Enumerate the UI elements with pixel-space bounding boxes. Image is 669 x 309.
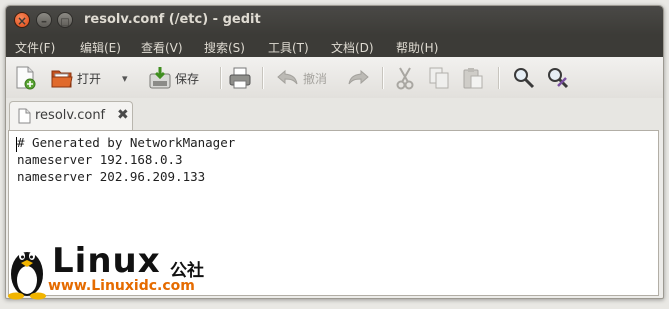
cut-icon xyxy=(396,67,414,90)
save-label: 保存 xyxy=(175,71,200,86)
print-icon xyxy=(229,67,251,89)
watermark-brand: Linux xyxy=(52,241,161,281)
menu-search[interactable]: 搜索(S) xyxy=(204,39,245,56)
chevron-down-icon: ▾ xyxy=(122,71,128,85)
open-folder-icon xyxy=(51,70,73,88)
new-document-button[interactable] xyxy=(14,65,36,91)
maximize-icon: □ xyxy=(60,17,70,28)
toolbar: 打开 ▾ 保存 撤消 xyxy=(6,57,663,99)
minimize-icon: – xyxy=(41,14,47,28)
maximize-window-button[interactable]: □ xyxy=(57,12,73,28)
tab-resolv-conf[interactable]: resolv.conf ✖ xyxy=(9,101,133,130)
text-document-icon xyxy=(18,108,31,124)
linux-watermark: Linux 公社 www.Linuxidc.com xyxy=(4,240,234,302)
tux-penguin-icon xyxy=(8,252,46,300)
copy-icon xyxy=(429,67,449,89)
open-button[interactable]: 打开 xyxy=(50,65,101,91)
editor-line[interactable]: # Generated by NetworkManager xyxy=(17,135,235,150)
editor-line[interactable]: nameserver 192.168.0.3 xyxy=(17,152,183,167)
menu-file[interactable]: 文件(F) xyxy=(15,39,55,56)
toolbar-separator xyxy=(382,67,384,89)
find-icon xyxy=(514,68,535,89)
toolbar-separator xyxy=(220,67,222,89)
find-button[interactable] xyxy=(512,65,536,91)
tab-label: resolv.conf xyxy=(35,108,106,123)
redo-icon xyxy=(348,69,369,85)
undo-button[interactable]: 撤消 xyxy=(276,65,327,91)
cut-button[interactable] xyxy=(394,65,416,91)
watermark-url: www.Linuxidc.com xyxy=(48,278,195,294)
window-title: resolv.conf (/etc) - gedit xyxy=(84,12,261,27)
minimize-window-button[interactable]: – xyxy=(36,12,52,28)
print-button[interactable] xyxy=(228,65,252,91)
save-icon xyxy=(149,67,171,89)
open-label: 打开 xyxy=(77,71,102,86)
toolbar-separator xyxy=(498,67,500,89)
menu-bar: 文件(F) 编辑(E) 查看(V) 搜索(S) 工具(T) 文档(D) 帮助(H… xyxy=(6,35,663,57)
undo-icon xyxy=(277,69,298,85)
title-bar[interactable]: × – □ resolv.conf (/etc) - gedit xyxy=(6,6,663,35)
document-tabs: resolv.conf ✖ xyxy=(6,98,663,130)
menu-help[interactable]: 帮助(H) xyxy=(396,39,438,56)
menu-edit[interactable]: 编辑(E) xyxy=(80,39,121,56)
menu-documents[interactable]: 文档(D) xyxy=(331,39,374,56)
find-replace-button[interactable] xyxy=(546,65,570,91)
editor-line[interactable]: nameserver 202.96.209.133 xyxy=(17,169,205,184)
find-replace-icon xyxy=(548,68,569,89)
paste-icon xyxy=(463,68,483,89)
tab-close-icon[interactable]: ✖ xyxy=(117,107,129,123)
copy-button[interactable] xyxy=(428,65,450,91)
new-document-icon xyxy=(16,66,36,90)
close-window-button[interactable]: × xyxy=(14,12,30,28)
undo-label: 撤消 xyxy=(303,71,328,86)
toolbar-separator xyxy=(262,67,264,89)
close-icon: × xyxy=(16,14,28,28)
redo-button[interactable] xyxy=(346,65,370,91)
menu-view[interactable]: 查看(V) xyxy=(141,39,183,56)
menu-tools[interactable]: 工具(T) xyxy=(268,39,309,56)
paste-button[interactable] xyxy=(462,65,484,91)
save-button[interactable]: 保存 xyxy=(148,65,199,91)
open-recent-dropdown[interactable]: ▾ xyxy=(122,65,128,91)
